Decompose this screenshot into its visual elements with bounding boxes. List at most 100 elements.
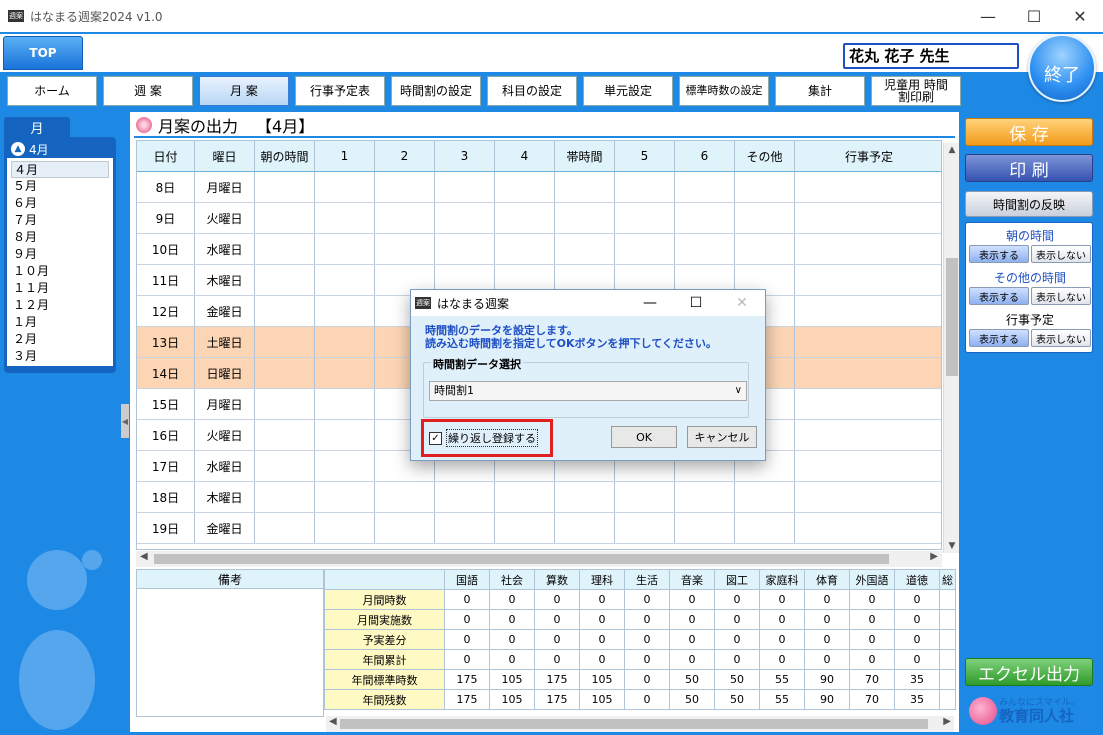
plan-cell[interactable] <box>615 172 675 202</box>
plan-cell[interactable] <box>615 513 675 543</box>
nav-subject-settings[interactable]: 科目の設定 <box>487 76 577 106</box>
plan-cell[interactable] <box>315 172 375 202</box>
plan-cell[interactable] <box>255 327 315 357</box>
top-tab[interactable]: TOP <box>3 36 83 70</box>
plan-cell[interactable] <box>675 482 735 512</box>
excel-export-button[interactable]: エクセル出力 <box>965 658 1093 686</box>
scroll-thumb[interactable] <box>154 554 889 564</box>
scroll-left-icon[interactable]: ◀ <box>329 716 337 727</box>
plan-cell[interactable] <box>735 234 795 264</box>
plan-cell[interactable] <box>315 358 375 388</box>
plan-cell[interactable] <box>675 234 735 264</box>
plan-cell[interactable] <box>315 234 375 264</box>
plan-cell[interactable] <box>435 234 495 264</box>
close-icon[interactable]: ✕ <box>1057 0 1103 32</box>
maximize-icon[interactable]: ☐ <box>673 290 719 316</box>
plan-cell[interactable] <box>255 420 315 450</box>
nav-timetable-settings[interactable]: 時間割の設定 <box>391 76 481 106</box>
month-item[interactable]: ３月 <box>11 348 109 365</box>
nav-student-timetable-print[interactable]: 児童用 時間割印刷 <box>871 76 961 106</box>
plan-cell[interactable] <box>795 389 941 419</box>
scroll-left-icon[interactable]: ◀ <box>140 551 148 562</box>
month-item[interactable]: ４月 <box>11 161 109 178</box>
plan-cell[interactable] <box>255 296 315 326</box>
plan-cell[interactable] <box>255 172 315 202</box>
plan-cell[interactable] <box>795 172 941 202</box>
nav-home[interactable]: ホーム <box>7 76 97 106</box>
plan-cell[interactable] <box>255 389 315 419</box>
plan-cell[interactable] <box>675 203 735 233</box>
minimize-icon[interactable]: — <box>627 290 673 316</box>
plan-cell[interactable] <box>675 513 735 543</box>
nav-event-schedule[interactable]: 行事予定表 <box>295 76 385 106</box>
morning-show-button[interactable]: 表示する <box>969 245 1029 263</box>
month-header[interactable]: ▲ 4月 <box>7 140 113 158</box>
plan-cell[interactable] <box>495 172 555 202</box>
plan-cell[interactable] <box>375 513 435 543</box>
notes-field[interactable] <box>136 589 324 717</box>
plan-cell[interactable] <box>315 513 375 543</box>
plan-cell[interactable] <box>555 482 615 512</box>
plan-cell[interactable] <box>375 234 435 264</box>
plan-cell[interactable] <box>255 451 315 481</box>
plan-cell[interactable] <box>735 203 795 233</box>
plan-cell[interactable] <box>675 172 735 202</box>
other-hide-button[interactable]: 表示しない <box>1031 287 1091 305</box>
plan-cell[interactable] <box>315 451 375 481</box>
plan-cell[interactable] <box>315 203 375 233</box>
nav-summary[interactable]: 集計 <box>775 76 865 106</box>
plan-cell[interactable] <box>615 203 675 233</box>
plan-cell[interactable] <box>555 513 615 543</box>
plan-cell[interactable] <box>795 234 941 264</box>
plan-cell[interactable] <box>255 482 315 512</box>
plan-cell[interactable] <box>795 451 941 481</box>
plan-cell[interactable] <box>315 420 375 450</box>
plan-cell[interactable] <box>495 513 555 543</box>
repeat-register-checkbox[interactable]: ✓ 繰り返し登録する <box>429 429 538 447</box>
month-item[interactable]: ７月 <box>11 212 109 229</box>
plan-cell[interactable] <box>315 389 375 419</box>
plan-cell[interactable] <box>735 172 795 202</box>
plan-cell[interactable] <box>735 482 795 512</box>
plan-cell[interactable] <box>795 358 941 388</box>
ok-button[interactable]: OK <box>611 426 677 448</box>
reflect-timetable-button[interactable]: 時間割の反映 <box>965 191 1093 217</box>
month-item[interactable]: １月 <box>11 314 109 331</box>
plan-cell[interactable] <box>795 296 941 326</box>
scroll-right-icon[interactable]: ▶ <box>943 716 951 727</box>
chevron-up-icon[interactable]: ▲ <box>11 142 25 156</box>
scroll-thumb[interactable] <box>946 258 958 376</box>
plan-cell[interactable] <box>255 203 315 233</box>
plan-cell[interactable] <box>375 482 435 512</box>
plan-cell[interactable] <box>795 482 941 512</box>
plan-cell[interactable] <box>495 482 555 512</box>
month-item[interactable]: １１月 <box>11 280 109 297</box>
plan-cell[interactable] <box>555 234 615 264</box>
plan-cell[interactable] <box>255 513 315 543</box>
cancel-button[interactable]: キャンセル <box>687 426 757 448</box>
plan-cell[interactable] <box>495 203 555 233</box>
checkbox-checked-icon[interactable]: ✓ <box>429 431 442 445</box>
plan-cell[interactable] <box>255 265 315 295</box>
plan-cell[interactable] <box>495 234 555 264</box>
maximize-icon[interactable]: ☐ <box>1011 0 1057 32</box>
plan-cell[interactable] <box>435 513 495 543</box>
plan-cell[interactable] <box>375 172 435 202</box>
month-item[interactable]: ２月 <box>11 331 109 348</box>
plan-cell[interactable] <box>375 203 435 233</box>
panel-splitter[interactable]: ◀ <box>121 404 129 438</box>
plan-cell[interactable] <box>795 327 941 357</box>
plan-cell[interactable] <box>555 172 615 202</box>
nav-weekly-plan[interactable]: 週 案 <box>103 76 193 106</box>
event-hide-button[interactable]: 表示しない <box>1031 329 1091 347</box>
plan-cell[interactable] <box>735 513 795 543</box>
plan-cell[interactable] <box>435 203 495 233</box>
event-show-button[interactable]: 表示する <box>969 329 1029 347</box>
plan-cell[interactable] <box>315 327 375 357</box>
month-item[interactable]: １２月 <box>11 297 109 314</box>
print-button[interactable]: 印 刷 <box>965 154 1093 182</box>
timetable-select[interactable]: 時間割1 ∨ <box>429 381 747 401</box>
minimize-icon[interactable]: — <box>965 0 1011 32</box>
scroll-down-icon[interactable]: ▼ <box>944 541 960 551</box>
plan-cell[interactable] <box>615 482 675 512</box>
